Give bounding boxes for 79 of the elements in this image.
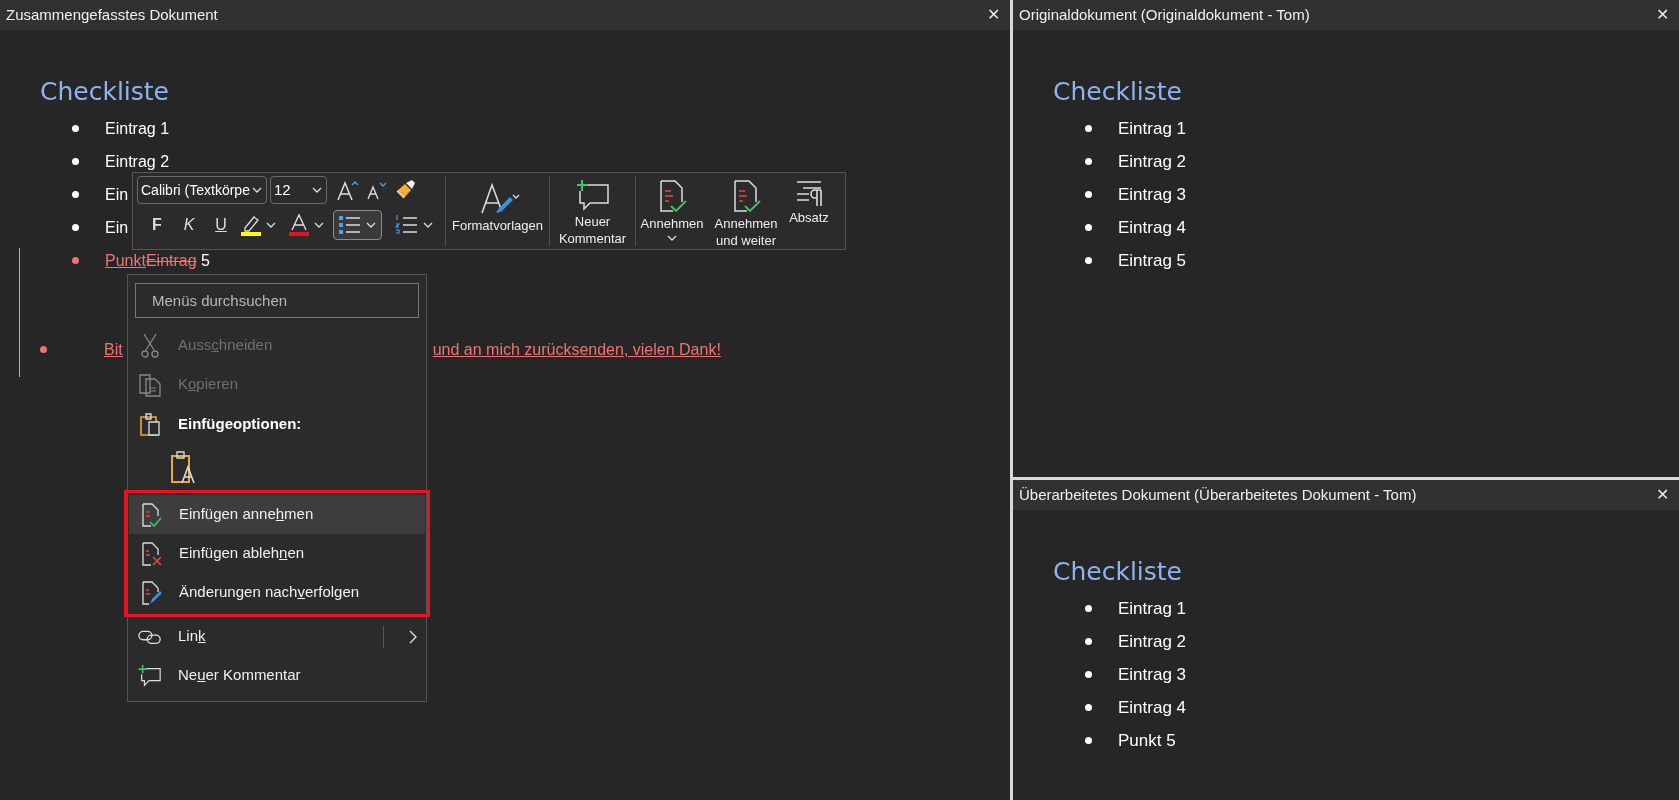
toolbar-button[interactable]: Neuer Kommentar — [550, 176, 636, 246]
copy-icon — [138, 372, 162, 397]
document-check-icon — [731, 179, 761, 213]
chevron-down-icon — [313, 221, 325, 229]
menu-item[interactable]: Link — [128, 617, 426, 656]
bullet — [1085, 737, 1092, 744]
list-item-text: Eintrag 2 — [1118, 150, 1187, 173]
document-heading: Checkliste — [1053, 556, 1183, 588]
list-item-text: PunktEintrag 5 — [105, 250, 210, 271]
toolbar-button[interactable]: Formatvorlagen — [446, 176, 550, 246]
comment-add-icon — [575, 179, 610, 211]
list-item-text: Punkt 5 — [1118, 729, 1176, 752]
clipboard-letter-icon — [169, 450, 197, 484]
list-item-text: Ein — [105, 217, 129, 238]
bullet — [1085, 257, 1092, 264]
chevron-down-icon — [251, 186, 263, 194]
bullet — [1085, 125, 1092, 132]
font-size-dropdown[interactable]: 12 — [270, 176, 327, 204]
chevron-down-icon — [365, 221, 377, 229]
chevron-down-icon — [422, 221, 434, 229]
clipboard-icon — [138, 412, 162, 436]
toolbar-button[interactable]: Absatz — [784, 176, 834, 246]
bulleted-list-icon — [338, 213, 362, 237]
paragraph-icon — [795, 179, 823, 207]
menu-heading: Einfügeoptionen: — [178, 413, 302, 434]
list-item-text: Eintrag 1 — [105, 118, 170, 139]
bullet — [1085, 191, 1092, 198]
grow-font-icon — [335, 179, 359, 201]
chevron-down-icon — [311, 186, 323, 194]
document-check-icon — [657, 179, 687, 213]
search-field[interactable]: Menüs durchsuchen — [135, 283, 419, 318]
list-item-text: Eintrag 3 — [1118, 663, 1187, 686]
list-item-text: Eintrag 1 — [1118, 117, 1187, 140]
menu-item[interactable]: Änderungen nachverfolgen — [129, 573, 425, 612]
list-item-text: Eintrag 4 — [1118, 696, 1187, 719]
bullet — [1085, 158, 1092, 165]
toolbar-button[interactable]: Annehmen und weiter — [708, 176, 784, 246]
pane-title: Überarbeitetes Dokument (Überarbeitetes Dokument - Tom) — [1019, 484, 1417, 505]
bulleted-list-button[interactable] — [333, 210, 382, 240]
close-button[interactable]: ✕ — [1656, 483, 1669, 507]
list-item-text: Eintrag 2 — [1118, 630, 1187, 653]
document-heading: Checkliste — [40, 76, 170, 108]
pane-title: Originaldokument (Originaldokument - Tom) — [1019, 4, 1310, 25]
bullet — [1085, 224, 1092, 231]
font-color-icon — [287, 213, 311, 237]
list-item-text: Eintrag 3 — [1118, 183, 1187, 206]
toolbar-button[interactable]: Annehmen — [636, 176, 708, 246]
list-item-text: Eintrag 5 — [1118, 249, 1187, 272]
bullet — [1085, 638, 1092, 645]
chevron-down-icon — [265, 221, 277, 229]
shrink-font-icon — [365, 180, 387, 200]
scissors-icon — [138, 332, 162, 359]
paragraph-text: und an mich zurücksenden, vielen Dank! — [432, 339, 721, 360]
paste-text-only-button[interactable] — [168, 449, 198, 485]
comment-add-icon — [138, 663, 162, 688]
close-button[interactable]: ✕ — [1656, 3, 1669, 27]
document-check-icon — [139, 502, 163, 527]
menu-item[interactable]: Neuer Kommentar — [128, 656, 426, 695]
bullet — [1085, 704, 1092, 711]
list-item-text: Eintrag 2 — [105, 151, 170, 172]
menu-item[interactable]: Einfügen ablehnen — [129, 534, 425, 573]
close-button[interactable]: ✕ — [987, 3, 1000, 27]
list-item-text: Ein — [105, 184, 129, 205]
font-name-dropdown[interactable]: Calibri (Textkörpe — [137, 176, 267, 204]
document-x-icon — [139, 541, 163, 566]
bullet — [1085, 605, 1092, 612]
list-item-text: Eintrag 4 — [1118, 216, 1187, 239]
pane-title: Zusammengefasstes Dokument — [6, 4, 218, 25]
document-pen-icon — [139, 580, 163, 605]
paragraph-text: Bit — [104, 339, 123, 360]
paintbrush-icon — [394, 179, 416, 201]
italic-button[interactable]: K — [175, 210, 203, 240]
numbered-list-icon — [395, 213, 419, 237]
bold-button[interactable]: F — [143, 210, 171, 240]
menu-item[interactable]: Einfügen annehmen — [129, 495, 425, 534]
bullet — [1085, 671, 1092, 678]
underline-button[interactable]: U — [207, 210, 235, 240]
document-heading: Checkliste — [1053, 76, 1183, 108]
list-item-text: Eintrag 1 — [1118, 597, 1187, 620]
